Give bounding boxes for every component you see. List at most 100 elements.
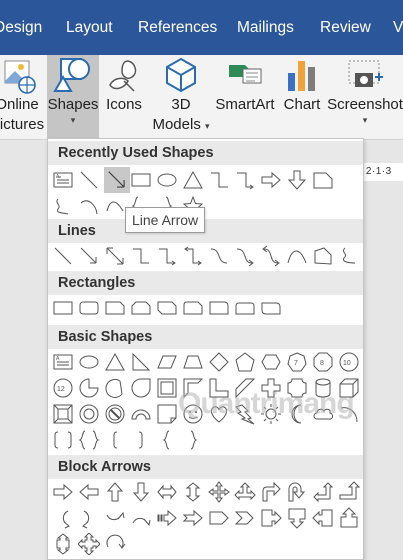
text-box-shape[interactable]: A xyxy=(52,169,74,191)
trapezoid-shape[interactable] xyxy=(182,351,204,373)
elbow-connector-shape[interactable] xyxy=(130,245,152,267)
curved-right-arrow-shape[interactable] xyxy=(52,507,74,529)
snip-single-corner-shape[interactable] xyxy=(104,297,126,319)
elbow-double-arrow-shape[interactable] xyxy=(182,245,204,267)
icons-button[interactable]: Icons xyxy=(102,55,146,139)
right-arrow-callout-shape[interactable] xyxy=(260,507,282,529)
tab-view[interactable]: V xyxy=(393,18,403,38)
double-bracket-shape[interactable] xyxy=(52,429,74,451)
snip-round-corner-shape[interactable] xyxy=(182,297,204,319)
arc-curve-shape[interactable] xyxy=(78,195,100,217)
oval-shape[interactable] xyxy=(156,169,178,191)
pentagon-shape[interactable] xyxy=(234,351,256,373)
left-bracket-shape[interactable] xyxy=(104,429,126,451)
left-right-arrow-shape[interactable] xyxy=(156,481,178,503)
tab-mailings[interactable]: Mailings xyxy=(237,18,294,38)
chevron-shape[interactable] xyxy=(234,507,256,529)
right-block-arrow-shape[interactable] xyxy=(52,481,74,503)
down-block-arrow-shape[interactable] xyxy=(130,481,152,503)
curved-left-arrow-shape[interactable] xyxy=(78,507,100,529)
snip-rectangle-shape[interactable] xyxy=(312,169,334,191)
freeform-shape[interactable] xyxy=(52,195,74,217)
chord-shape[interactable] xyxy=(104,377,126,399)
right-triangle-shape[interactable] xyxy=(130,351,152,373)
quad-arrow-callout-shape[interactable] xyxy=(78,533,100,555)
curved-double-arrow-shape[interactable] xyxy=(260,245,282,267)
heptagon-shape[interactable]: 7 xyxy=(286,351,308,373)
right-arrow-shape[interactable] xyxy=(260,169,282,191)
curve-shape[interactable] xyxy=(104,195,126,217)
folded-corner-shape[interactable] xyxy=(156,403,178,425)
up-down-arrow-callout-shape[interactable] xyxy=(52,533,74,555)
online-pictures-button[interactable]: Online Pictures xyxy=(0,55,46,139)
screenshot-button[interactable]: Screenshot ▾ xyxy=(327,55,403,139)
right-bracket-shape[interactable] xyxy=(130,429,152,451)
curved-arrow-connector-shape[interactable] xyxy=(234,245,256,267)
double-brace-shape[interactable] xyxy=(78,429,100,451)
round-same-side-shape[interactable] xyxy=(234,297,256,319)
bent-up-arrow-shape[interactable] xyxy=(338,481,360,503)
triangle-shape[interactable] xyxy=(104,351,126,373)
curve-shape[interactable] xyxy=(286,245,308,267)
tab-layout[interactable]: Layout xyxy=(66,18,113,38)
elbow-connector-shape[interactable] xyxy=(208,169,230,191)
frame-shape[interactable] xyxy=(156,377,178,399)
shapes-button[interactable]: Shapes ▾ xyxy=(47,55,99,139)
dodecagon-shape[interactable]: 12 xyxy=(52,377,74,399)
elbow-arrow-shape[interactable] xyxy=(156,245,178,267)
3d-models-button[interactable]: 3D Models ▾ xyxy=(151,55,211,139)
hexagon-shape[interactable] xyxy=(260,351,282,373)
triangle-shape[interactable] xyxy=(182,169,204,191)
no-symbol-shape[interactable] xyxy=(104,403,126,425)
quad-arrow-shape[interactable] xyxy=(208,481,230,503)
pie-shape[interactable] xyxy=(78,377,100,399)
snip-same-side-shape[interactable] xyxy=(130,297,152,319)
down-arrow-shape[interactable] xyxy=(286,169,308,191)
curved-down-arrow-shape[interactable] xyxy=(130,507,152,529)
u-turn-arrow-shape[interactable] xyxy=(286,481,308,503)
circular-arrow-shape[interactable] xyxy=(104,533,126,555)
donut-shape[interactable] xyxy=(78,403,100,425)
decagon-shape[interactable]: 10 xyxy=(338,351,360,373)
right-brace-shape[interactable] xyxy=(182,429,204,451)
rectangle-shape[interactable] xyxy=(52,297,74,319)
up-down-arrow-shape[interactable] xyxy=(182,481,204,503)
chart-button[interactable]: Chart xyxy=(280,55,324,139)
tab-design[interactable]: Design xyxy=(0,18,42,38)
left-brace-shape[interactable] xyxy=(156,429,178,451)
bent-arrow-shape[interactable] xyxy=(260,481,282,503)
up-block-arrow-shape[interactable] xyxy=(104,481,126,503)
block-arc-shape[interactable] xyxy=(130,403,152,425)
line-shape[interactable] xyxy=(78,169,100,191)
rectangle-shape[interactable] xyxy=(130,169,152,191)
tab-review[interactable]: Review xyxy=(320,18,371,38)
left-up-arrow-shape[interactable] xyxy=(312,481,334,503)
notched-right-arrow-shape[interactable] xyxy=(182,507,204,529)
snip-diagonal-shape[interactable] xyxy=(156,297,178,319)
line-shape[interactable] xyxy=(52,245,74,267)
double-arrow-line-shape[interactable] xyxy=(104,245,126,267)
tab-references[interactable]: References xyxy=(138,18,217,38)
rounded-rectangle-shape[interactable] xyxy=(78,297,100,319)
oval-shape[interactable] xyxy=(78,351,100,373)
left-block-arrow-shape[interactable] xyxy=(78,481,100,503)
scribble-shape[interactable] xyxy=(338,245,360,267)
up-arrow-callout-shape[interactable] xyxy=(338,507,360,529)
smartart-button[interactable]: SmartArt xyxy=(212,55,278,139)
line-arrow-shape[interactable] xyxy=(78,245,100,267)
curved-up-arrow-shape[interactable] xyxy=(104,507,126,529)
freeform-shape[interactable] xyxy=(312,245,334,267)
left-right-up-arrow-shape[interactable] xyxy=(234,481,256,503)
diamond-shape[interactable] xyxy=(208,351,230,373)
bevel-shape[interactable] xyxy=(52,403,74,425)
octagon-shape[interactable]: 8 xyxy=(312,351,334,373)
left-arrow-callout-shape[interactable] xyxy=(312,507,334,529)
round-diagonal-shape[interactable] xyxy=(260,297,282,319)
pentagon-arrow-shape[interactable] xyxy=(208,507,230,529)
parallelogram-shape[interactable] xyxy=(156,351,178,373)
line-arrow-shape[interactable] xyxy=(104,167,130,193)
down-arrow-callout-shape[interactable] xyxy=(286,507,308,529)
curved-connector-shape[interactable] xyxy=(208,245,230,267)
teardrop-shape[interactable] xyxy=(130,377,152,399)
elbow-arrow-connector-shape[interactable] xyxy=(234,169,256,191)
